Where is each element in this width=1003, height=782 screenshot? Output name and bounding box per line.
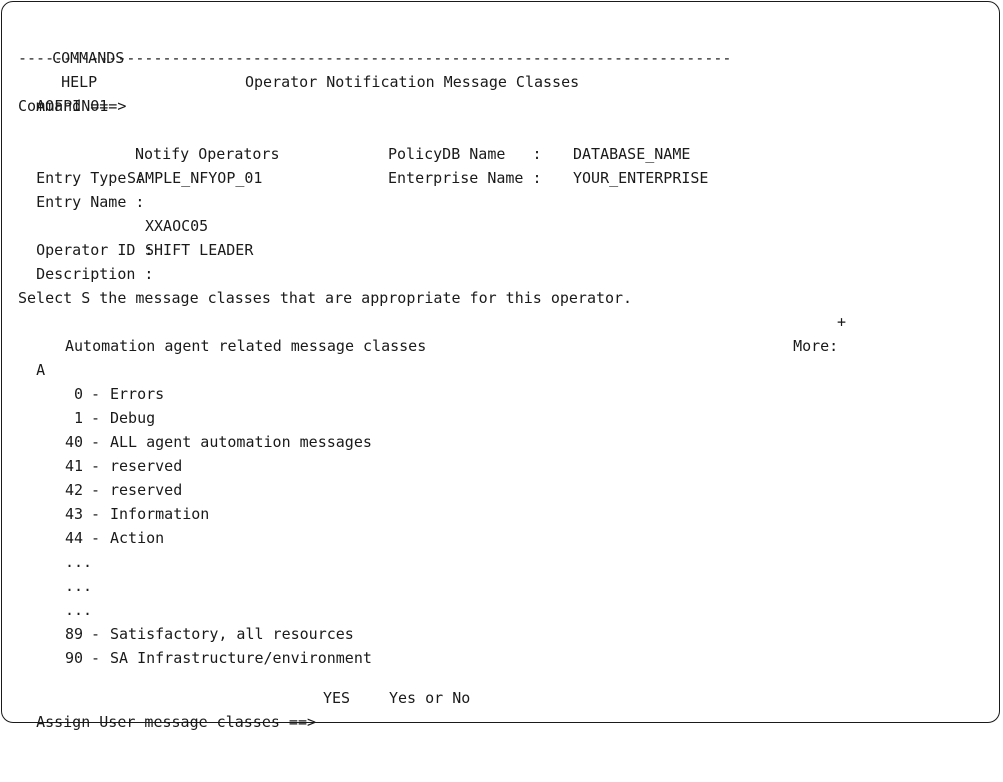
entry-name-value: SAMPLE_NFYOP_01 xyxy=(127,169,263,187)
instruction-text: Select S the message classes that are ap… xyxy=(18,289,633,307)
ellipsis-text: ... xyxy=(65,553,93,571)
message-class-number[interactable]: 40 xyxy=(65,430,83,454)
panel-title: Operator Notification Message Classes xyxy=(245,73,580,91)
message-class-description: Errors xyxy=(110,385,165,403)
message-class-number[interactable]: 89 xyxy=(65,622,83,646)
operator-id-value: XXAOC05 xyxy=(145,217,209,235)
enterprise-label: Enterprise Name : xyxy=(388,169,542,187)
dash-separator: - xyxy=(91,481,101,499)
dash-separator: - xyxy=(91,385,101,403)
enterprise-value: YOUR_ENTERPRISE xyxy=(573,169,709,187)
policydb-label: PolicyDB Name : xyxy=(388,145,542,163)
message-class-number[interactable]: 44 xyxy=(65,526,83,550)
dash-separator: - xyxy=(91,625,101,643)
dash-separator: - xyxy=(91,649,101,667)
message-class-description: SA Infrastructure/environment xyxy=(110,649,372,667)
message-class-number[interactable]: 0 xyxy=(74,382,83,406)
assign-input[interactable]: YES xyxy=(323,686,350,710)
message-class-description: Action xyxy=(110,529,165,547)
assign-label: Assign User message classes ==> xyxy=(36,713,317,731)
entry-name-label: Entry Name : xyxy=(36,193,145,211)
assign-hint: Yes or No xyxy=(389,689,471,707)
message-class-description: Debug xyxy=(110,409,156,427)
command-label: Command ===> xyxy=(18,97,127,115)
command-line: Command ===> xyxy=(18,94,736,118)
dash-separator: - xyxy=(91,529,101,547)
message-class-description: reserved xyxy=(110,457,183,475)
description-label: Description : xyxy=(36,265,154,283)
more-plus[interactable]: + xyxy=(837,310,846,334)
dash-separator: - xyxy=(91,409,101,427)
assign-row: Assign User message classes ==> YES Yes … xyxy=(18,686,470,782)
group-title: Automation agent related message classes xyxy=(65,337,427,355)
message-class-description: reserved xyxy=(110,481,183,499)
more-indicator: More: + xyxy=(775,310,846,382)
message-class-number[interactable]: 90 xyxy=(65,646,83,670)
ellipsis-text: ... xyxy=(65,577,93,595)
command-input[interactable] xyxy=(135,96,736,117)
dash-separator: - xyxy=(91,505,101,523)
ellipsis-text: ... xyxy=(65,601,93,619)
dash-separator: - xyxy=(91,433,101,451)
description-value: SHIFT LEADER xyxy=(145,241,254,259)
policydb-value: DATABASE_NAME xyxy=(573,145,691,163)
message-class-number[interactable]: 1 xyxy=(74,406,83,430)
group-select-field[interactable]: A xyxy=(36,361,45,379)
more-label: More: xyxy=(793,337,839,355)
message-class-description: ALL agent automation messages xyxy=(110,433,372,451)
entry-type-value: Notify Operators xyxy=(135,145,280,163)
group-row: A Automation agent related message class… xyxy=(18,334,426,406)
message-class-description: Satisfactory, all resources xyxy=(110,625,354,643)
message-class-number[interactable]: 42 xyxy=(65,478,83,502)
message-class-number[interactable]: 43 xyxy=(65,502,83,526)
dash-separator: - xyxy=(91,457,101,475)
message-class-number[interactable]: 41 xyxy=(65,454,83,478)
separator-line: ----------------------------------------… xyxy=(18,49,732,67)
message-class-description: Information xyxy=(110,505,210,523)
